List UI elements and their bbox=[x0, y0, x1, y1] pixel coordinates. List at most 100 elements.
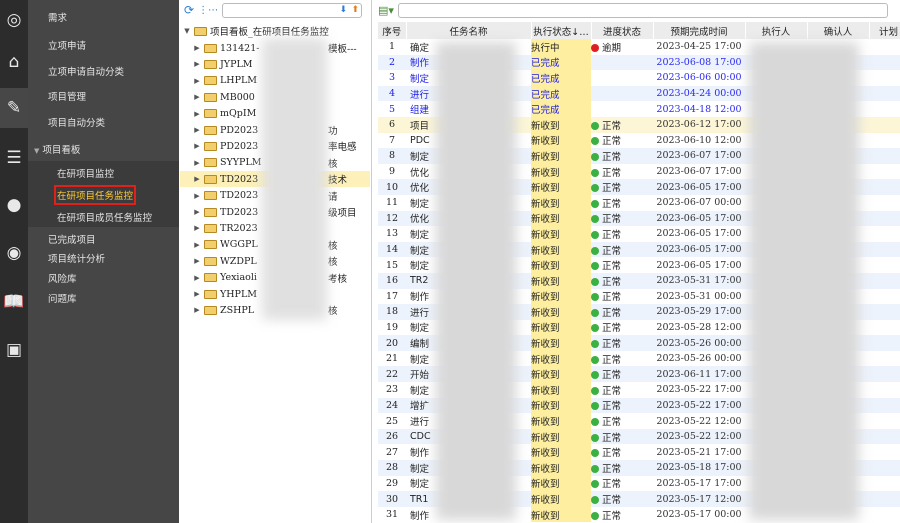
expected-finish-time: 2023-06-07 17:00 bbox=[653, 148, 745, 164]
menu-item[interactable]: 需求 bbox=[48, 10, 67, 24]
menu-item[interactable]: 项目统计分析 bbox=[48, 251, 105, 265]
column-header[interactable]: 确认人 bbox=[807, 22, 870, 39]
search-up-icon[interactable]: ⬆ bbox=[352, 5, 360, 15]
exec-status: 已完成 bbox=[531, 101, 591, 117]
tree-node-label: LHPLM bbox=[220, 75, 258, 87]
menu-subitem[interactable]: 在研项目成员任务监控 bbox=[57, 210, 152, 224]
expected-finish-time: 2023-05-18 17:00 bbox=[653, 460, 745, 476]
expand-icon[interactable]: ▶ bbox=[190, 159, 204, 167]
id-card-icon[interactable]: ▣ bbox=[0, 330, 28, 370]
folder-icon bbox=[204, 273, 217, 283]
expand-icon[interactable]: ▶ bbox=[190, 290, 204, 298]
tree-node-suffix: 核 bbox=[328, 306, 338, 318]
expand-icon[interactable]: ▶ bbox=[190, 241, 204, 249]
expected-finish-time: 2023-05-17 00:00 bbox=[656, 509, 742, 521]
exec-status: 新收到 bbox=[531, 397, 591, 414]
folder-icon bbox=[204, 92, 217, 102]
menu-item[interactable]: 立项申请自动分类 bbox=[48, 64, 124, 78]
normal-dot-icon bbox=[591, 449, 599, 458]
column-header[interactable]: 序号 bbox=[378, 22, 407, 39]
plan bbox=[869, 39, 900, 55]
expand-icon[interactable]: ▶ bbox=[190, 126, 204, 134]
search-down-icon[interactable]: ⬇ bbox=[340, 5, 348, 15]
expand-icon[interactable]: ▶ bbox=[190, 44, 204, 52]
grid-search-input[interactable] bbox=[397, 2, 888, 18]
home-icon[interactable]: ⌂ bbox=[0, 42, 28, 82]
menu-item[interactable]: 项目自动分类 bbox=[48, 115, 105, 129]
tree-search-input[interactable]: ⬇ ⬆ bbox=[222, 2, 363, 18]
progress-status: 逾期 bbox=[591, 39, 653, 55]
book-icon[interactable]: 📖 bbox=[0, 282, 28, 322]
expand-icon[interactable]: ▶ bbox=[190, 142, 204, 150]
menu-subitem[interactable]: 在研项目监控 bbox=[57, 166, 114, 180]
progress-status: 正常 bbox=[591, 304, 653, 320]
menu-item[interactable]: 项目管理 bbox=[48, 89, 86, 103]
plan bbox=[869, 428, 900, 445]
expand-icon[interactable]: ▶ bbox=[190, 77, 204, 85]
plan bbox=[869, 460, 900, 476]
tree-root[interactable]: ▼ 项目看板_在研项目任务监控 bbox=[180, 23, 370, 39]
plan bbox=[869, 351, 900, 367]
progress-status: 正常 bbox=[591, 507, 653, 523]
normal-dot-icon bbox=[591, 168, 599, 177]
expand-icon[interactable]: ▶ bbox=[190, 306, 204, 314]
column-header[interactable]: 计划 bbox=[869, 22, 900, 39]
tree-node-label: WGGPL bbox=[220, 239, 258, 251]
sipm-logo-icon[interactable]: ◎ bbox=[0, 0, 28, 40]
expand-icon[interactable]: ▶ bbox=[190, 110, 204, 118]
row-number: 24 bbox=[378, 397, 406, 414]
menu-item-selected[interactable]: 在研项目任务监控 bbox=[53, 185, 137, 205]
plan bbox=[869, 382, 900, 398]
column-header[interactable]: 预期完成时间 bbox=[653, 22, 746, 39]
broadcast-icon[interactable]: ◉ bbox=[0, 233, 28, 273]
exec-status: 新收到 bbox=[531, 444, 591, 461]
normal-dot-icon bbox=[591, 308, 599, 317]
expand-icon[interactable]: ▶ bbox=[190, 175, 204, 183]
tree-node-suffix: 模板--- bbox=[328, 44, 357, 55]
normal-dot-icon bbox=[591, 262, 599, 271]
expand-icon[interactable]: ▶ bbox=[190, 224, 204, 232]
expand-icon[interactable]: ▶ bbox=[190, 208, 204, 216]
column-menu-icon[interactable]: ▤▾ bbox=[378, 4, 394, 17]
menu-item[interactable]: 风险库 bbox=[48, 271, 77, 285]
folder-icon bbox=[204, 43, 217, 53]
progress-label: 正常 bbox=[602, 198, 622, 210]
exec-status: 新收到 bbox=[531, 335, 591, 351]
expand-icon[interactable]: ▶ bbox=[190, 93, 204, 101]
expand-icon[interactable]: ▶ bbox=[190, 60, 204, 68]
refresh-icon[interactable]: ⟳ bbox=[184, 3, 194, 17]
row-number: 30 bbox=[378, 491, 406, 507]
row-number: 20 bbox=[378, 335, 406, 351]
tree-structure-icon[interactable]: ⋮⋯ bbox=[198, 5, 218, 16]
row-number: 13 bbox=[385, 228, 399, 240]
plan bbox=[869, 289, 900, 305]
folder-icon bbox=[204, 59, 217, 69]
menu-group-project-board[interactable]: ▼ 项目看板 bbox=[34, 142, 80, 156]
progress-status: 正常 bbox=[591, 460, 653, 476]
row-number: 14 bbox=[378, 241, 406, 258]
database-icon[interactable]: ☰ bbox=[0, 138, 28, 178]
column-header[interactable]: 执行人 bbox=[745, 22, 808, 39]
menu-item[interactable]: 问题库 bbox=[48, 291, 77, 305]
progress-label: 正常 bbox=[602, 120, 622, 132]
row-number: 10 bbox=[378, 179, 406, 195]
exec-status: 已完成 bbox=[531, 54, 591, 71]
column-header[interactable]: 执行状态↓… bbox=[531, 22, 592, 39]
exec-status: 新收到 bbox=[531, 304, 591, 320]
chat-icon[interactable]: ● bbox=[0, 185, 28, 225]
expand-icon[interactable]: ▶ bbox=[190, 257, 204, 265]
plan bbox=[869, 226, 900, 242]
expand-icon[interactable]: ▶ bbox=[190, 274, 204, 282]
exec-status: 新收到 bbox=[531, 257, 591, 273]
normal-dot-icon bbox=[591, 199, 599, 208]
expand-icon[interactable]: ▶ bbox=[190, 192, 204, 200]
column-header[interactable]: 任务名称 bbox=[406, 22, 532, 39]
progress-label: 逾期 bbox=[602, 42, 622, 54]
progress-label: 正常 bbox=[602, 307, 622, 319]
edit-icon[interactable]: ✎ bbox=[0, 88, 28, 128]
exec-status: 新收到 bbox=[531, 241, 591, 258]
menu-item[interactable]: 立项申请 bbox=[48, 38, 86, 52]
menu-item[interactable]: 已完成项目 bbox=[48, 232, 96, 246]
expected-finish-time: 2023-05-26 00:00 bbox=[653, 335, 745, 351]
column-header[interactable]: 进度状态 bbox=[591, 22, 654, 39]
